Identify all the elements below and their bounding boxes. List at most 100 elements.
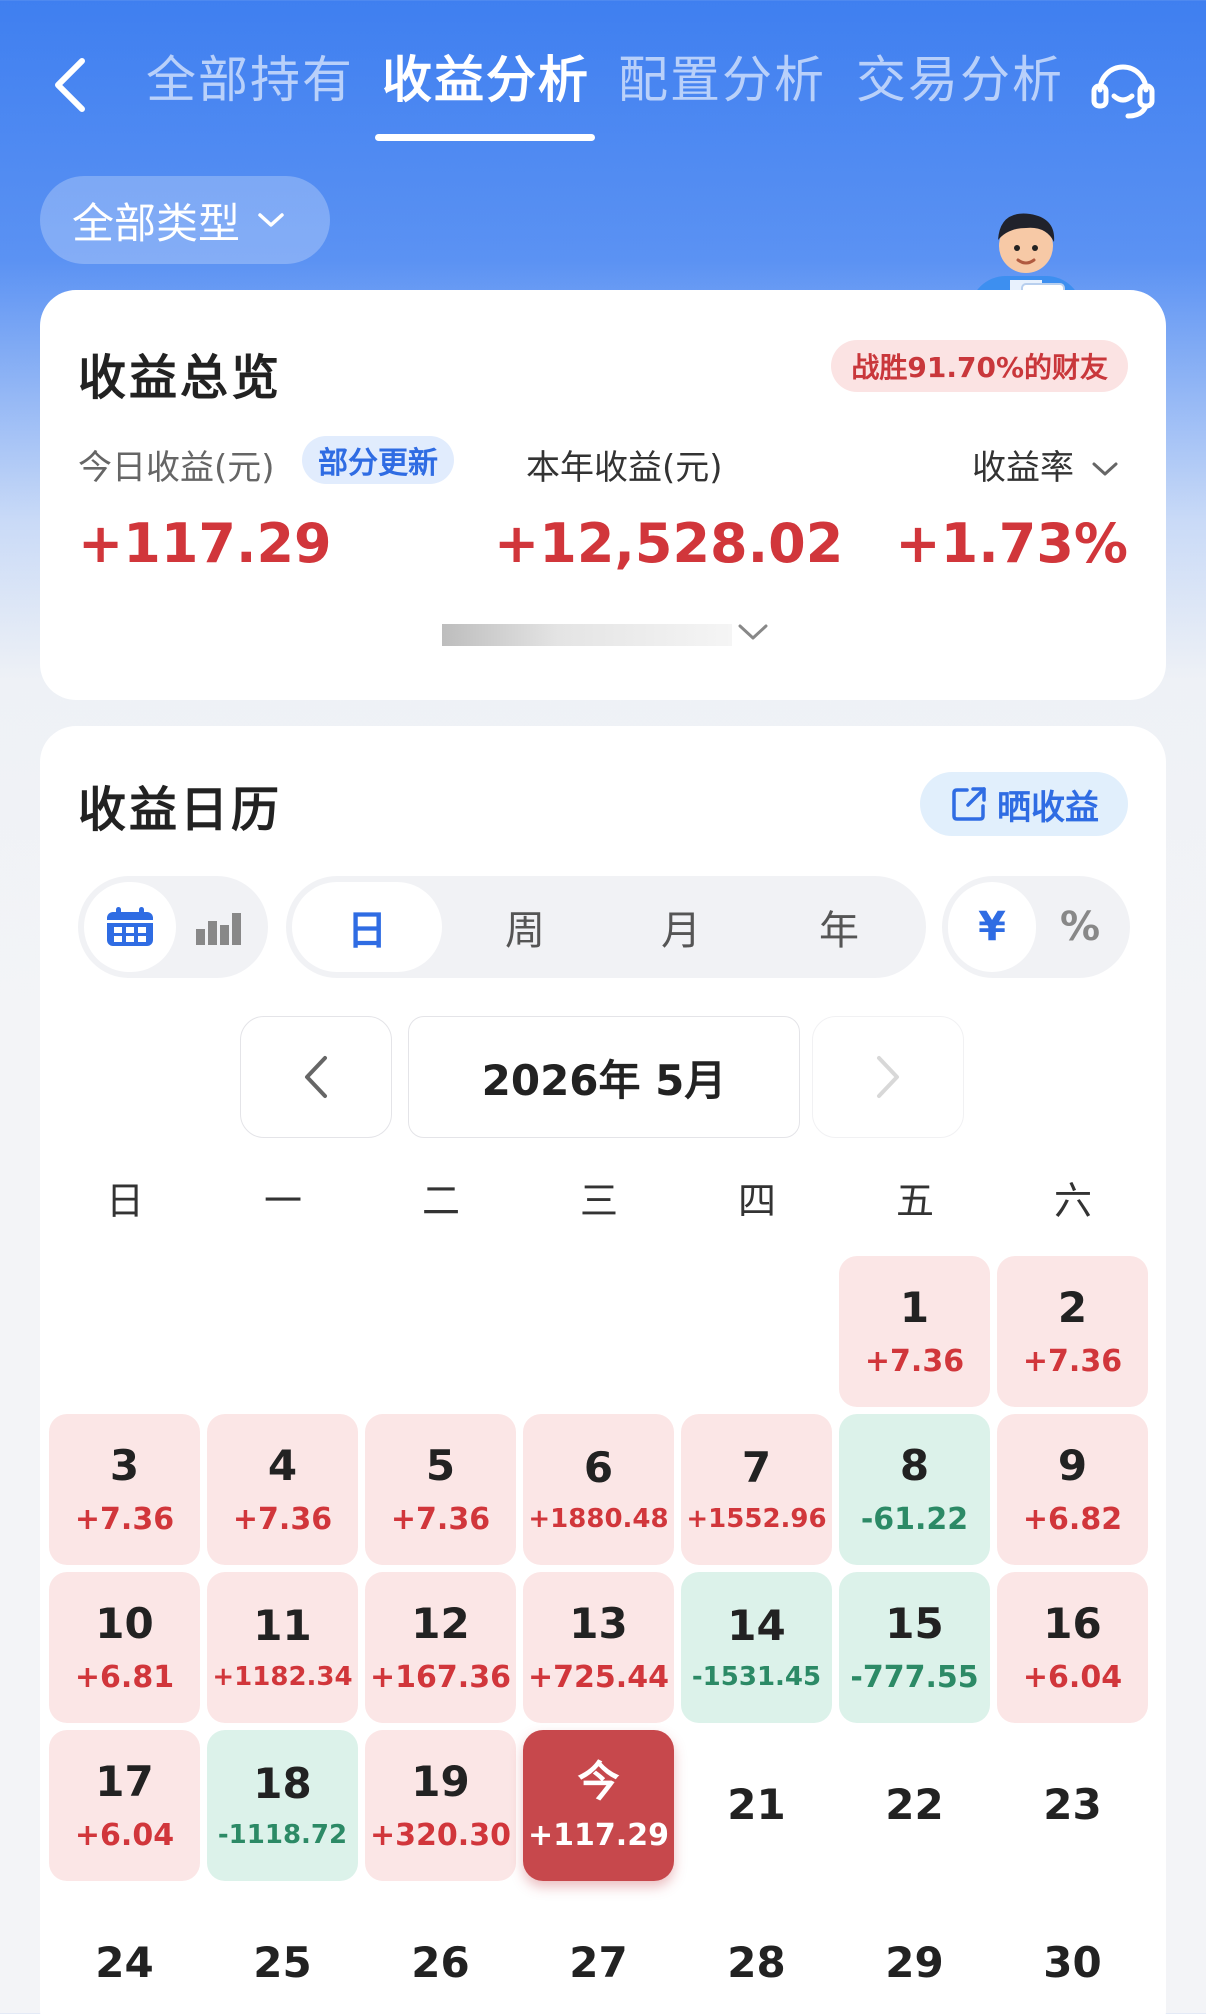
calendar-day[interactable]: 11 +1182.34 <box>207 1572 358 1723</box>
blurred-placeholder <box>442 624 732 646</box>
calendar-day[interactable]: 18 -1118.72 <box>207 1730 358 1881</box>
weekday-header: 一 <box>263 1179 302 1223</box>
day-number: 17 <box>95 1756 154 1806</box>
next-month-button[interactable] <box>812 1016 964 1138</box>
calendar-day[interactable]: 22 <box>839 1730 990 1881</box>
filter-label: 全部类型 <box>72 198 241 248</box>
period-tab-month[interactable]: 月 <box>606 882 756 972</box>
period-tab-week[interactable]: 周 <box>450 882 600 972</box>
day-number: 2 <box>1057 1282 1088 1332</box>
tab-income-analysis[interactable]: 收益分析 <box>382 40 590 112</box>
day-number: 11 <box>253 1601 312 1651</box>
weekday-header: 五 <box>895 1179 934 1223</box>
expand-chevron-icon[interactable] <box>736 620 770 644</box>
calendar-day[interactable]: 27 <box>523 1888 674 2014</box>
calendar-day[interactable]: 3 +7.36 <box>49 1414 200 1565</box>
day-number: 12 <box>411 1598 470 1648</box>
day-number: 24 <box>95 1938 154 1988</box>
calendar-day[interactable]: 30 <box>997 1888 1148 2014</box>
share-income-button[interactable]: 晒收益 <box>920 772 1128 836</box>
day-number: 18 <box>253 1759 312 1809</box>
calendar-day[interactable]: 17 +6.04 <box>49 1730 200 1881</box>
chart-view-button[interactable] <box>174 882 264 972</box>
calendar-day[interactable]: 28 <box>681 1888 832 2014</box>
calendar-day[interactable]: 15 -777.55 <box>839 1572 990 1723</box>
chevron-right-icon <box>877 1056 899 1098</box>
day-number: 4 <box>267 1440 298 1490</box>
calendar-day[interactable]: 10 +6.81 <box>49 1572 200 1723</box>
calendar-view-button[interactable] <box>84 882 176 972</box>
view-toggle <box>78 876 268 978</box>
day-number: 29 <box>885 1938 944 1988</box>
calendar-day[interactable]: 25 <box>207 1888 358 2014</box>
rank-badge: 战胜91.70%的财友 <box>831 340 1128 392</box>
day-income: +7.36 <box>1022 1344 1123 1380</box>
calendar-day[interactable]: 8 -61.22 <box>839 1414 990 1565</box>
calendar-icon <box>107 907 153 946</box>
calendar-day[interactable]: 26 <box>365 1888 516 2014</box>
year-income-value: +12,528.02 <box>494 512 844 575</box>
calendar-day[interactable]: 4 +7.36 <box>207 1414 358 1565</box>
day-number: 14 <box>727 1601 786 1651</box>
day-income: +6.04 <box>1022 1660 1123 1696</box>
calendar-day[interactable]: 13 +725.44 <box>523 1572 674 1723</box>
asset-type-filter[interactable]: 全部类型 <box>40 176 330 264</box>
day-income: +7.36 <box>232 1502 333 1538</box>
calendar-day[interactable]: 21 <box>681 1730 832 1881</box>
calendar-day[interactable]: 23 <box>997 1730 1148 1881</box>
tab-holdings[interactable]: 全部持有 <box>146 40 354 112</box>
day-income: +6.04 <box>74 1818 175 1854</box>
prev-month-button[interactable] <box>240 1016 392 1138</box>
share-label: 晒收益 <box>997 787 1099 828</box>
bar-chart-icon <box>196 913 241 945</box>
calendar-day[interactable]: 24 <box>49 1888 200 2014</box>
customer-service-icon[interactable] <box>1088 52 1158 122</box>
day-number: 3 <box>109 1440 140 1490</box>
day-income: +117.29 <box>528 1818 669 1854</box>
calendar-day[interactable]: 14 -1531.45 <box>681 1572 832 1723</box>
year-income-label: 本年收益(元) <box>526 448 723 488</box>
period-tab-year[interactable]: 年 <box>764 882 914 972</box>
day-number: 15 <box>885 1598 944 1648</box>
yield-rate-selector[interactable]: 收益率 <box>972 440 1119 489</box>
calendar-day[interactable]: 6 +1880.48 <box>523 1414 674 1565</box>
day-number: 19 <box>411 1756 470 1806</box>
day-number: 16 <box>1043 1598 1102 1648</box>
calendar-day[interactable]: 16 +6.04 <box>997 1572 1148 1723</box>
day-number: 26 <box>411 1938 470 1988</box>
day-number: 今 <box>577 1756 620 1806</box>
calendar-title: 收益日历 <box>78 782 283 838</box>
back-arrow-icon[interactable] <box>50 55 90 115</box>
day-income: +1880.48 <box>528 1504 669 1535</box>
weekday-header: 日 <box>105 1179 144 1223</box>
overview-title: 收益总览 <box>78 350 283 406</box>
day-number: 7 <box>741 1443 772 1493</box>
calendar-day[interactable]: 1 +7.36 <box>839 1256 990 1407</box>
calendar-day[interactable]: 12 +167.36 <box>365 1572 516 1723</box>
tab-trade-analysis[interactable]: 交易分析 <box>856 40 1064 112</box>
day-income: +6.81 <box>74 1660 175 1696</box>
top-nav: 全部持有 收益分析 配置分析 交易分析 <box>0 0 1206 160</box>
calendar-day[interactable]: 2 +7.36 <box>997 1256 1148 1407</box>
unit-amount-button[interactable]: ¥ <box>948 882 1036 972</box>
chevron-down-icon <box>258 213 284 227</box>
unit-percent-button[interactable]: % <box>1036 882 1124 972</box>
calendar-day[interactable]: 7 +1552.96 <box>681 1414 832 1565</box>
day-number: 22 <box>885 1780 944 1830</box>
day-number: 30 <box>1043 1938 1102 1988</box>
day-income: +1182.34 <box>212 1662 353 1693</box>
calendar-day-today[interactable]: 今 +117.29 <box>523 1730 674 1881</box>
day-number: 8 <box>899 1440 930 1490</box>
calendar-day[interactable]: 19 +320.30 <box>365 1730 516 1881</box>
day-income: -1118.72 <box>217 1820 348 1851</box>
chevron-down-icon <box>1092 462 1118 476</box>
calendar-day[interactable]: 29 <box>839 1888 990 2014</box>
current-month-label[interactable]: 2026年 5月 <box>408 1016 800 1138</box>
share-icon <box>952 787 986 821</box>
income-overview-card: 收益总览 战胜91.70%的财友 今日收益(元) 部分更新 本年收益(元) 收益… <box>40 290 1166 700</box>
calendar-day[interactable]: 5 +7.36 <box>365 1414 516 1565</box>
calendar-day[interactable]: 9 +6.82 <box>997 1414 1148 1565</box>
tab-allocation-analysis[interactable]: 配置分析 <box>618 40 826 112</box>
period-tab-day[interactable]: 日 <box>292 882 442 972</box>
day-income: +6.82 <box>1022 1502 1123 1538</box>
